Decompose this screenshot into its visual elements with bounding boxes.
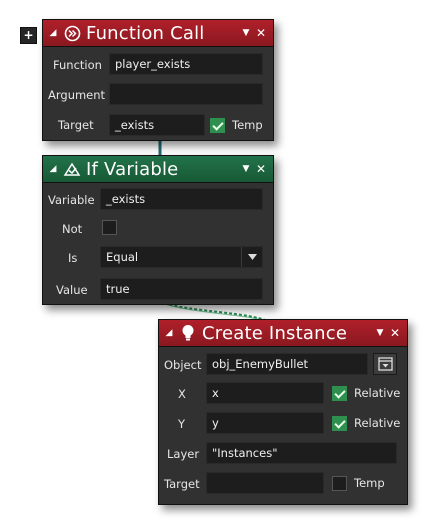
menu-arrow-icon[interactable]: ▼ [239, 164, 253, 174]
variable-field[interactable]: _exists [100, 188, 263, 210]
is-dropdown-value: Equal [106, 250, 139, 264]
value-field[interactable]: true [100, 278, 263, 300]
x-relative-label: Relative [354, 386, 401, 400]
is-label: Is [68, 251, 78, 265]
node-title: Function Call [86, 22, 205, 44]
close-icon[interactable]: ✕ [253, 162, 269, 176]
target-field[interactable] [206, 472, 324, 494]
target-label: Target [58, 118, 94, 132]
function-call-icon [62, 23, 82, 43]
chevron-down-icon[interactable] [241, 247, 262, 267]
object-picker-button[interactable] [373, 353, 397, 375]
target-label: Target [164, 477, 200, 491]
argument-field[interactable] [109, 83, 263, 105]
function-call-header[interactable]: ◢ Function Call ▼ ✕ [43, 20, 273, 47]
y-relative-label: Relative [354, 416, 401, 430]
not-label: Not [62, 222, 83, 236]
node-title: If Variable [86, 158, 179, 180]
temp-label: Temp [232, 118, 263, 132]
variable-check-icon [62, 159, 82, 179]
if-variable-node[interactable]: ◢ If Variable ▼ ✕ Variable _exists Not I… [42, 155, 274, 305]
y-relative-checkbox[interactable] [332, 416, 347, 431]
collapse-arrow-icon[interactable]: ◢ [162, 328, 176, 338]
variable-label: Variable [48, 193, 95, 207]
if-variable-header[interactable]: ◢ If Variable ▼ ✕ [43, 156, 273, 183]
object-label: Object [164, 358, 202, 372]
temp-checkbox[interactable] [332, 476, 347, 491]
y-field[interactable]: y [206, 412, 324, 434]
expand-button[interactable]: + [20, 27, 37, 44]
y-label: Y [178, 417, 186, 431]
function-field[interactable]: player_exists [109, 53, 263, 75]
menu-arrow-icon[interactable]: ▼ [373, 328, 387, 338]
argument-label: Argument [48, 88, 106, 102]
value-label: Value [56, 283, 88, 297]
x-label: X [178, 387, 186, 401]
x-field[interactable]: x [206, 382, 324, 404]
create-instance-node[interactable]: ◢ Create Instance ▼ ✕ Object obj_EnemyBu… [158, 319, 408, 505]
target-field[interactable]: _exists [109, 114, 205, 136]
object-picker-icon [377, 357, 393, 371]
x-relative-checkbox[interactable] [332, 386, 347, 401]
collapse-arrow-icon[interactable]: ◢ [46, 28, 60, 38]
function-call-node[interactable]: ◢ Function Call ▼ ✕ Function player_exis… [42, 19, 274, 141]
temp-checkbox[interactable] [210, 118, 225, 133]
menu-arrow-icon[interactable]: ▼ [239, 28, 253, 38]
close-icon[interactable]: ✕ [387, 326, 403, 340]
close-icon[interactable]: ✕ [253, 26, 269, 40]
object-field[interactable]: obj_EnemyBullet [206, 353, 368, 375]
is-dropdown[interactable]: Equal [100, 246, 263, 268]
layer-label: Layer [167, 447, 200, 461]
layer-field[interactable]: "Instances" [206, 442, 397, 464]
temp-label: Temp [354, 476, 385, 490]
create-instance-header[interactable]: ◢ Create Instance ▼ ✕ [159, 320, 407, 347]
function-label: Function [53, 58, 102, 72]
lightbulb-icon [178, 323, 198, 343]
not-checkbox[interactable] [102, 220, 117, 235]
collapse-arrow-icon[interactable]: ◢ [46, 164, 60, 174]
node-title: Create Instance [202, 322, 348, 344]
